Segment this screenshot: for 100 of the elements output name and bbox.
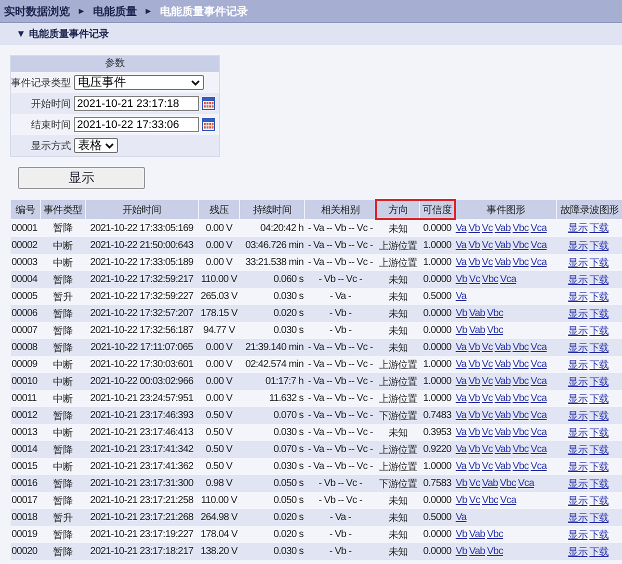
- waveform-link[interactable]: Vbc: [512, 240, 529, 251]
- waveform-link[interactable]: Va: [456, 393, 466, 404]
- fault-record-link[interactable]: 下载: [589, 530, 609, 540]
- waveform-link[interactable]: Vca: [530, 410, 547, 421]
- waveform-link[interactable]: Vc: [482, 444, 493, 455]
- waveform-link[interactable]: Vb: [456, 325, 468, 336]
- fault-record-link[interactable]: 下载: [589, 512, 609, 524]
- fault-record-link[interactable]: 显示: [568, 428, 588, 438]
- waveform-link[interactable]: Vab: [494, 376, 511, 387]
- fault-record-link[interactable]: 显示: [568, 546, 588, 558]
- waveform-link[interactable]: Vca: [530, 257, 547, 268]
- date-field[interactable]: 2021-10-21 23:17:18: [74, 96, 199, 111]
- fault-record-link[interactable]: 显示: [568, 292, 588, 302]
- dropdown[interactable]: 表格: [74, 138, 118, 153]
- waveform-link[interactable]: Vbc: [512, 427, 529, 438]
- fault-record-link[interactable]: 下载: [589, 292, 609, 302]
- fault-record-link[interactable]: 下载: [589, 444, 609, 456]
- waveform-link[interactable]: Va: [456, 342, 466, 353]
- breadcrumb-item[interactable]: 电能质量: [92, 4, 137, 18]
- waveform-link[interactable]: Va: [456, 222, 466, 234]
- waveform-link[interactable]: Vbc: [512, 359, 529, 370]
- waveform-link[interactable]: Vb: [468, 222, 480, 234]
- waveform-link[interactable]: Va: [456, 359, 466, 370]
- waveform-link[interactable]: Vca: [530, 240, 547, 251]
- waveform-link[interactable]: Vc: [469, 274, 480, 285]
- waveform-link[interactable]: Vc: [482, 393, 493, 404]
- waveform-link[interactable]: Vab: [494, 240, 511, 251]
- waveform-link[interactable]: Vbc: [512, 461, 529, 472]
- waveform-link[interactable]: Vab: [494, 461, 511, 472]
- waveform-link[interactable]: Vc: [482, 240, 493, 251]
- date-field[interactable]: 2021-10-22 17:33:06: [74, 117, 199, 132]
- fault-record-link[interactable]: 下载: [589, 410, 609, 422]
- waveform-link[interactable]: Vc: [482, 359, 493, 370]
- waveform-link[interactable]: Vca: [518, 478, 534, 489]
- waveform-link[interactable]: Vb: [468, 444, 480, 455]
- waveform-link[interactable]: Vbc: [512, 342, 529, 353]
- fault-record-link[interactable]: 下载: [589, 376, 609, 388]
- waveform-link[interactable]: Vc: [482, 410, 493, 421]
- waveform-link[interactable]: Vab: [482, 478, 498, 489]
- fault-record-link[interactable]: 显示: [568, 223, 588, 234]
- waveform-link[interactable]: Vbc: [512, 257, 529, 268]
- waveform-link[interactable]: Vb: [456, 495, 468, 506]
- waveform-link[interactable]: Vc: [482, 376, 493, 387]
- fault-record-link[interactable]: 显示: [568, 274, 588, 286]
- waveform-link[interactable]: Vb: [456, 274, 468, 285]
- waveform-link[interactable]: Vbc: [482, 495, 498, 506]
- dropdown[interactable]: 电压事件: [74, 75, 204, 90]
- fault-record-link[interactable]: 下载: [589, 308, 609, 320]
- waveform-link[interactable]: Vb: [468, 257, 480, 268]
- waveform-link[interactable]: Vab: [494, 342, 511, 353]
- fault-record-link[interactable]: 显示: [568, 496, 588, 506]
- waveform-link[interactable]: Vb: [456, 546, 468, 557]
- fault-record-link[interactable]: 下载: [589, 394, 609, 404]
- waveform-link[interactable]: Vab: [469, 529, 486, 540]
- fault-record-link[interactable]: 下载: [589, 240, 609, 252]
- collapse-toggle[interactable]: ▼: [16, 28, 26, 40]
- waveform-link[interactable]: Vb: [468, 359, 480, 370]
- waveform-link[interactable]: Vb: [456, 308, 468, 319]
- waveform-link[interactable]: Vbc: [487, 325, 504, 336]
- fault-record-link[interactable]: 显示: [568, 376, 588, 388]
- waveform-link[interactable]: Vbc: [500, 478, 516, 489]
- waveform-link[interactable]: Vb: [468, 461, 480, 472]
- waveform-link[interactable]: Vca: [530, 342, 547, 353]
- waveform-link[interactable]: Vb: [468, 410, 480, 421]
- waveform-link[interactable]: Vca: [530, 222, 547, 234]
- waveform-link[interactable]: Vab: [494, 427, 511, 438]
- waveform-link[interactable]: Vca: [530, 359, 547, 370]
- waveform-link[interactable]: Vab: [469, 325, 486, 336]
- waveform-link[interactable]: Vb: [456, 529, 468, 540]
- waveform-link[interactable]: Va: [456, 427, 466, 438]
- fault-record-link[interactable]: 显示: [568, 326, 588, 336]
- fault-record-link[interactable]: 显示: [568, 240, 588, 252]
- waveform-link[interactable]: Vab: [494, 257, 511, 268]
- fault-record-link[interactable]: 显示: [568, 444, 588, 456]
- waveform-link[interactable]: Va: [456, 512, 466, 523]
- fault-record-link[interactable]: 显示: [568, 308, 588, 320]
- fault-record-link[interactable]: 显示: [568, 530, 588, 540]
- waveform-link[interactable]: Vc: [469, 478, 480, 489]
- waveform-link[interactable]: Va: [456, 461, 466, 472]
- waveform-link[interactable]: Vca: [530, 461, 547, 472]
- waveform-link[interactable]: Vca: [500, 495, 516, 506]
- waveform-link[interactable]: Va: [456, 376, 466, 387]
- waveform-link[interactable]: Vc: [482, 342, 493, 353]
- fault-record-link[interactable]: 下载: [589, 496, 609, 506]
- waveform-link[interactable]: Vbc: [487, 529, 504, 540]
- fault-record-link[interactable]: 下载: [589, 546, 609, 558]
- waveform-link[interactable]: Vab: [469, 308, 486, 319]
- waveform-link[interactable]: Vc: [482, 257, 493, 268]
- waveform-link[interactable]: Vab: [494, 393, 511, 404]
- waveform-link[interactable]: Vbc: [512, 444, 529, 455]
- waveform-link[interactable]: Vab: [494, 222, 511, 234]
- fault-record-link[interactable]: 显示: [568, 360, 588, 370]
- waveform-link[interactable]: Vc: [469, 495, 480, 506]
- fault-record-link[interactable]: 下载: [589, 258, 609, 268]
- waveform-link[interactable]: Va: [456, 257, 466, 268]
- waveform-link[interactable]: Vca: [530, 393, 547, 404]
- waveform-link[interactable]: Va: [456, 291, 466, 302]
- waveform-link[interactable]: Vb: [468, 376, 480, 387]
- waveform-link[interactable]: Vab: [494, 359, 511, 370]
- breadcrumb-item[interactable]: 实时数据浏览: [4, 4, 70, 18]
